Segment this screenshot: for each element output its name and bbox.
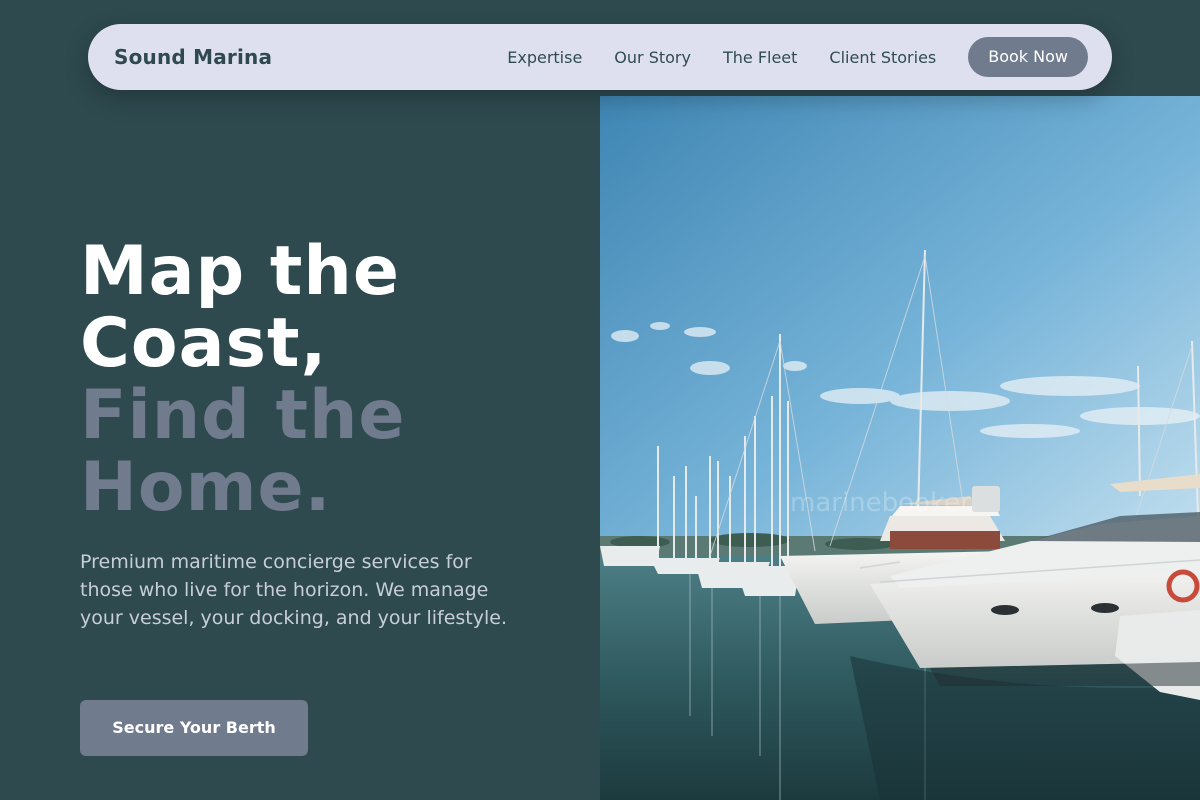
hero-title-line-3: Find the [80, 376, 406, 455]
nav-link-the-fleet[interactable]: The Fleet [723, 48, 797, 67]
hero-title-line-4: Home. [80, 448, 332, 527]
secure-your-berth-button[interactable]: Secure Your Berth [80, 700, 308, 756]
nav-links: Expertise Our Story The Fleet Client Sto… [507, 37, 1088, 77]
hero-title: Map the Coast, Find the Home. [80, 236, 406, 524]
nav-link-our-story[interactable]: Our Story [614, 48, 691, 67]
hero-title-line-1: Map the [80, 232, 400, 311]
nav-link-client-stories[interactable]: Client Stories [829, 48, 936, 67]
marina-photo: marinebooker [600, 96, 1200, 800]
page: Sound Marina Expertise Our Story The Fle… [0, 0, 1200, 800]
nav-link-expertise[interactable]: Expertise [507, 48, 582, 67]
svg-text:marinebooker: marinebooker [790, 488, 971, 518]
hero-title-line-2: Coast, [80, 304, 328, 383]
brand-logo[interactable]: Sound Marina [114, 45, 272, 69]
book-now-button[interactable]: Book Now [968, 37, 1088, 77]
hero-description: Premium maritime concierge services for … [80, 551, 507, 629]
navbar: Sound Marina Expertise Our Story The Fle… [88, 24, 1112, 90]
